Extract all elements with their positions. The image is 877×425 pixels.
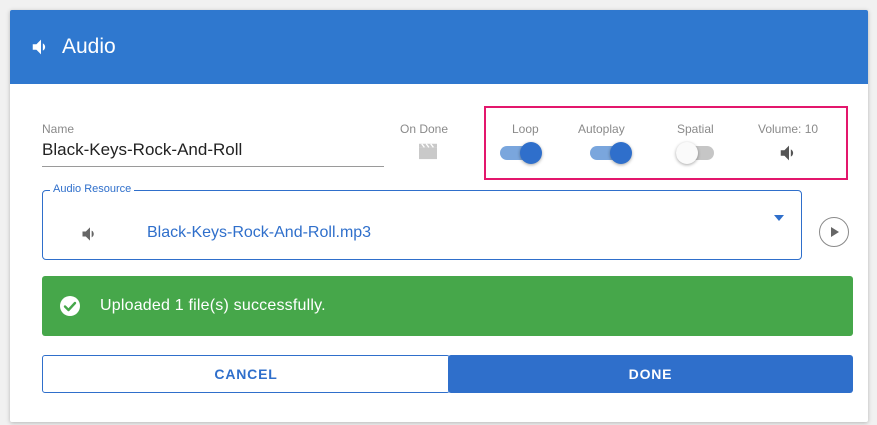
dialog-title: Audio <box>62 35 116 58</box>
play-button[interactable] <box>819 217 849 247</box>
volume-label: Volume: 10 <box>758 122 819 136</box>
done-button[interactable]: DONE <box>448 355 853 393</box>
success-banner: Uploaded 1 file(s) successfully. <box>42 276 853 336</box>
audio-resource-value[interactable]: Black-Keys-Rock-And-Roll.mp3 <box>147 224 371 242</box>
name-input[interactable]: Black-Keys-Rock-And-Roll <box>42 140 242 160</box>
success-message: Uploaded 1 file(s) successfully. <box>100 297 326 314</box>
spatial-toggle[interactable] <box>676 141 720 164</box>
spatial-toggle-knob <box>676 142 698 164</box>
audio-dialog: Audio Name Black-Keys-Rock-And-Roll On D… <box>10 10 868 422</box>
autoplay-label: Autoplay <box>578 122 625 136</box>
chevron-down-icon[interactable] <box>774 215 784 221</box>
audio-resource-legend: Audio Resource <box>50 183 135 195</box>
volume-icon <box>32 39 46 55</box>
check-circle-icon <box>60 296 80 316</box>
volume-icon[interactable] <box>778 142 800 164</box>
loop-label: Loop <box>512 122 539 136</box>
on-done-label: On Done <box>400 122 449 136</box>
clapperboard-icon[interactable] <box>417 142 439 160</box>
cancel-button[interactable]: CANCEL <box>42 355 450 393</box>
autoplay-toggle[interactable] <box>590 141 634 164</box>
loop-toggle-knob <box>520 142 542 164</box>
spatial-label: Spatial <box>677 122 714 136</box>
name-input-underline <box>42 166 384 167</box>
autoplay-toggle-knob <box>610 142 632 164</box>
dialog-titlebar: Audio <box>10 10 868 84</box>
volume-icon <box>82 227 94 241</box>
name-label: Name <box>42 122 75 136</box>
loop-toggle[interactable] <box>500 141 544 164</box>
play-icon <box>831 227 839 237</box>
